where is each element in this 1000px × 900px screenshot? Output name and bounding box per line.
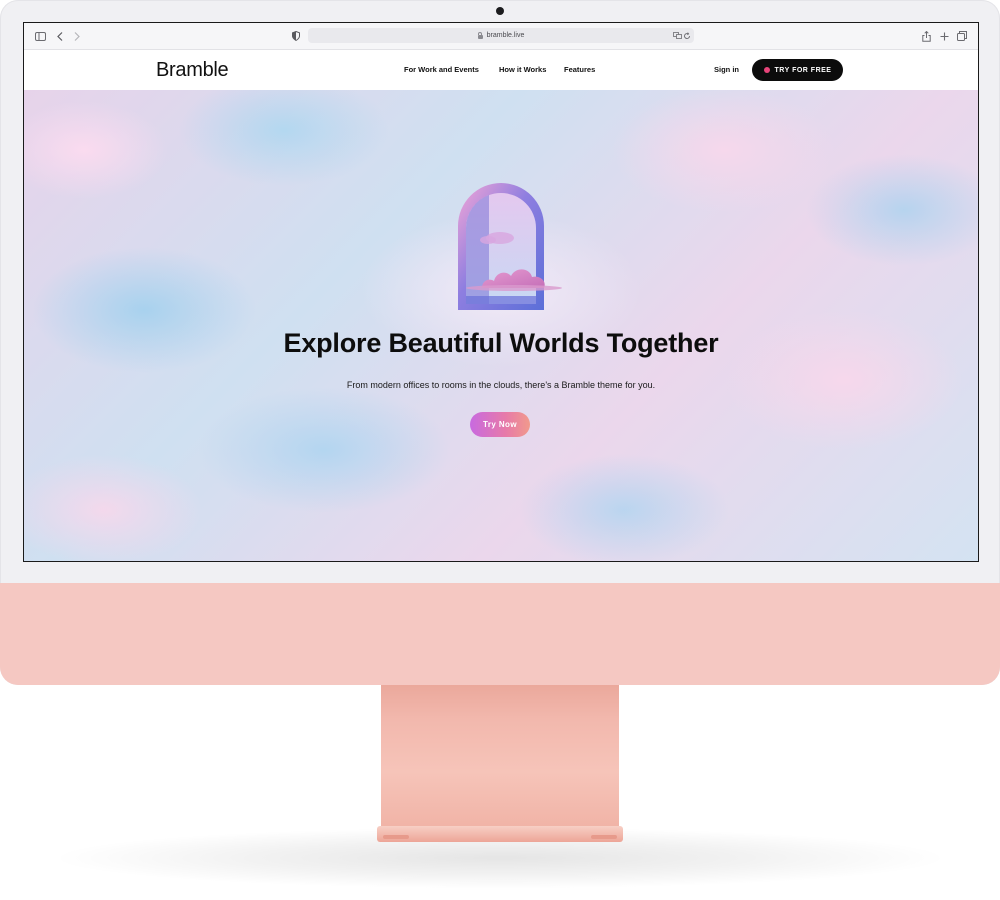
stand-foot-notch [591,835,617,839]
plus-icon[interactable] [938,28,950,44]
url-text: bramble.live [486,32,525,39]
nav-link-for-work-and-events[interactable]: For Work and Events [404,65,479,74]
browser-toolbar: bramble.live [24,23,978,50]
imac-stand-foot [377,826,623,842]
imac-chin [0,583,1000,685]
tabs-overview-icon[interactable] [956,28,968,44]
cloud-portal-illustration [458,183,562,310]
reload-icon[interactable] [682,28,692,43]
share-icon[interactable] [920,28,932,44]
brand-logo[interactable]: Bramble [156,59,229,82]
chevron-left-icon[interactable] [54,28,66,44]
shield-icon[interactable] [290,28,302,44]
nav-link-features[interactable]: Features [564,65,595,74]
try-for-free-button[interactable]: TRY FOR FREE [752,59,843,81]
imac-display: bramble.live Bramble For Work and Events… [0,0,1000,685]
try-for-free-label: TRY FOR FREE [774,66,832,74]
nav-link-how-it-works[interactable]: How it Works [499,65,546,74]
camera-icon [496,7,504,15]
hero-section: Explore Beautiful Worlds Together From m… [24,90,978,561]
hero-subtitle: From modern offices to rooms in the clou… [346,380,656,390]
browser-window: bramble.live Bramble For Work and Events… [23,22,979,562]
stand-foot-notch [383,835,409,839]
translate-icon[interactable] [672,28,682,43]
sign-in-link[interactable]: Sign in [714,65,739,74]
record-dot-icon [763,67,770,73]
sidebar-icon[interactable] [33,28,47,44]
hero-title: Explore Beautiful Worlds Together [283,328,719,358]
site-header: Bramble For Work and Events How it Works… [24,50,978,90]
lock-icon [477,31,483,39]
chevron-right-icon[interactable] [71,28,83,44]
try-now-button[interactable]: Try Now [470,412,530,437]
address-bar[interactable]: bramble.live [308,28,694,43]
imac-stand [381,682,619,832]
